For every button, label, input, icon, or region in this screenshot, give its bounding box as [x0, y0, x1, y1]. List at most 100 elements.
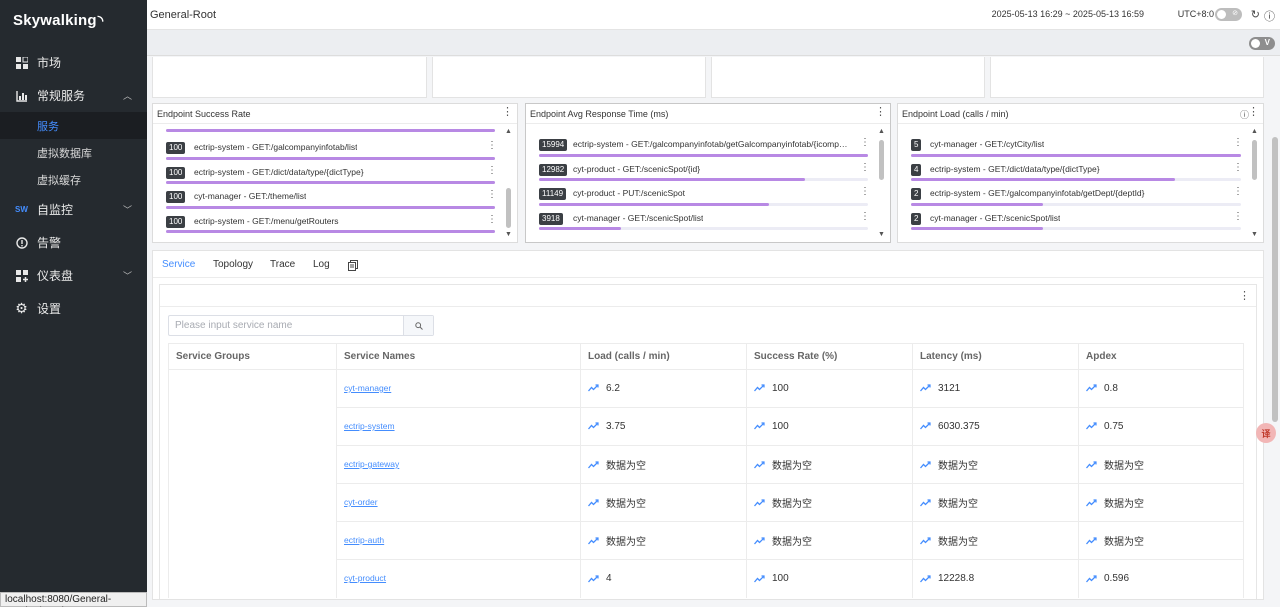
trend-icon[interactable]	[1086, 498, 1097, 507]
more-vertical-icon[interactable]: ⋮	[860, 186, 870, 197]
scroll-down-icon[interactable]: ▼	[1251, 231, 1258, 238]
trend-icon[interactable]	[1086, 460, 1097, 469]
sidebar-subitem-service[interactable]: 服务	[0, 112, 147, 139]
tab-trace[interactable]: Trace	[270, 259, 295, 270]
list-item[interactable]: 2 ectrip-system - GET:/galcompanyinfotab…	[908, 184, 1245, 209]
list-item[interactable]: 3918 cyt-manager - GET:/scenicSpot/list …	[536, 209, 872, 234]
trend-icon[interactable]	[588, 460, 599, 469]
scroll-up-icon[interactable]: ▲	[878, 128, 885, 135]
sidebar-item-alert[interactable]: 告警	[0, 226, 147, 259]
search-input[interactable]	[169, 316, 403, 335]
more-vertical-icon[interactable]: ⋮	[487, 189, 497, 200]
list-item[interactable]: 4 ectrip-system - GET:/dict/data/type/{d…	[908, 160, 1245, 185]
scroll-down-icon[interactable]: ▼	[505, 231, 512, 238]
trend-icon[interactable]	[920, 536, 931, 545]
list-item[interactable]: 12982 cyt-product - GET:/scenicSpot/{id}…	[536, 160, 872, 185]
sidebar-item-self-monitor[interactable]: SW 自监控 ﹀	[0, 193, 147, 226]
copy-icon[interactable]	[348, 260, 358, 271]
tab-topology[interactable]: Topology	[213, 259, 253, 270]
sidebar-item-dashboard[interactable]: 仪表盘 ﹀	[0, 259, 147, 292]
scroll-thumb[interactable]	[1272, 137, 1278, 422]
widget-scrollbar[interactable]: ▲ ▼	[505, 128, 512, 238]
more-vertical-icon[interactable]: ⋮	[487, 214, 497, 225]
trend-icon[interactable]	[588, 422, 599, 430]
tab-service[interactable]: Service	[162, 259, 195, 270]
more-vertical-icon[interactable]: ⋮	[487, 140, 497, 151]
more-vertical-icon[interactable]: ⋮	[487, 165, 497, 176]
more-vertical-icon[interactable]: ⋮	[860, 137, 870, 148]
service-link[interactable]: ectrip-gateway	[344, 459, 399, 469]
trend-icon[interactable]	[754, 384, 765, 392]
scroll-up-icon[interactable]: ▲	[505, 128, 512, 135]
more-vertical-icon[interactable]: ⋮	[502, 107, 513, 118]
column-header[interactable]: Service Names	[336, 343, 581, 370]
sidebar-item-settings[interactable]: ⚙ 设置	[0, 292, 147, 325]
list-item[interactable]: 100 ectrip-system - GET:/galcompanyinfot…	[163, 138, 499, 163]
sidebar-subitem-virtual-database[interactable]: 虚拟数据库	[0, 139, 147, 166]
service-link[interactable]: cyt-product	[344, 573, 386, 583]
scroll-thumb[interactable]	[879, 140, 884, 180]
more-vertical-icon[interactable]: ⋮	[860, 162, 870, 173]
scroll-thumb[interactable]	[506, 188, 511, 228]
info-icon[interactable]: ⓘ	[1264, 8, 1275, 24]
reload-icon[interactable]: ↻	[1251, 8, 1260, 21]
widget-scrollbar[interactable]: ▲ ▼	[1251, 128, 1258, 238]
list-item[interactable]: 100 ectrip-system - GET:/menu/getRouters…	[163, 212, 499, 237]
trend-icon[interactable]	[920, 422, 931, 430]
trend-icon[interactable]	[754, 460, 765, 469]
more-vertical-icon[interactable]: ⋮	[1233, 211, 1243, 222]
more-vertical-icon[interactable]: ⋮	[1233, 137, 1243, 148]
trend-icon[interactable]	[920, 460, 931, 469]
more-vertical-icon[interactable]: ⋮	[875, 107, 886, 118]
trend-icon[interactable]	[1086, 575, 1097, 583]
service-link[interactable]: cyt-order	[344, 497, 378, 507]
time-range-picker[interactable]: 2025-05-13 16:29 ~ 2025-05-13 16:59	[992, 9, 1144, 19]
more-vertical-icon[interactable]: ⋮	[1233, 162, 1243, 173]
page-scrollbar[interactable]	[1271, 57, 1279, 605]
trend-icon[interactable]	[920, 384, 931, 392]
trend-icon[interactable]	[920, 575, 931, 583]
trend-icon[interactable]	[1086, 384, 1097, 392]
sidebar-item-market[interactable]: 市场	[0, 46, 147, 79]
skywalking-logo[interactable]: Skywalking ◝	[0, 0, 147, 40]
list-item[interactable]: 5 cyt-manager - GET:/cytCity/list ⋮	[908, 135, 1245, 160]
view-toggle[interactable]: V	[1249, 37, 1275, 50]
service-link[interactable]: ectrip-auth	[344, 535, 384, 545]
trend-icon[interactable]	[1086, 422, 1097, 430]
more-vertical-icon[interactable]: ⋮	[860, 211, 870, 222]
trend-icon[interactable]	[754, 422, 765, 430]
trend-icon[interactable]	[588, 498, 599, 507]
trend-icon[interactable]	[754, 498, 765, 507]
scroll-down-icon[interactable]: ▼	[878, 231, 885, 238]
search-button[interactable]	[403, 316, 433, 335]
sidebar-item-general-service[interactable]: 常规服务 ︿	[0, 79, 147, 112]
widget-scrollbar[interactable]: ▲ ▼	[878, 128, 885, 238]
sidebar-subitem-virtual-cache[interactable]: 虚拟缓存	[0, 166, 147, 193]
column-header[interactable]: Success Rate (%)	[746, 343, 913, 370]
column-header[interactable]: Apdex	[1078, 343, 1244, 370]
more-vertical-icon[interactable]: ⋮	[1233, 186, 1243, 197]
trend-icon[interactable]	[920, 498, 931, 507]
trend-icon[interactable]	[588, 384, 599, 392]
trend-icon[interactable]	[588, 536, 599, 545]
scroll-thumb[interactable]	[1252, 140, 1257, 180]
service-link[interactable]: cyt-manager	[344, 383, 391, 393]
service-link[interactable]: ectrip-system	[344, 421, 395, 431]
translate-float-icon[interactable]: 译	[1256, 423, 1276, 443]
auto-refresh-toggle[interactable]: ⊘	[1215, 8, 1242, 21]
list-item[interactable]: 15994 ectrip-system - GET:/galcompanyinf…	[536, 135, 872, 160]
scroll-up-icon[interactable]: ▲	[1251, 128, 1258, 135]
trend-icon[interactable]	[588, 575, 599, 583]
column-header[interactable]: Latency (ms)	[912, 343, 1079, 370]
list-item[interactable]: 100 ectrip-system - GET:/dict/data/type/…	[163, 163, 499, 188]
list-item[interactable]: 11149 cyt-product - PUT:/scenicSpot ⋮	[536, 184, 872, 209]
trend-icon[interactable]	[754, 536, 765, 545]
column-header[interactable]: Load (calls / min)	[580, 343, 747, 370]
column-header[interactable]: Service Groups	[168, 343, 337, 370]
trend-icon[interactable]	[1086, 536, 1097, 545]
tab-log[interactable]: Log	[313, 259, 330, 270]
more-vertical-icon[interactable]: ⋮	[1248, 107, 1259, 118]
list-item[interactable]: 100 cyt-manager - GET:/theme/list ⋮	[163, 187, 499, 212]
trend-icon[interactable]	[754, 575, 765, 583]
more-vertical-icon[interactable]: ⋮	[1239, 289, 1250, 302]
